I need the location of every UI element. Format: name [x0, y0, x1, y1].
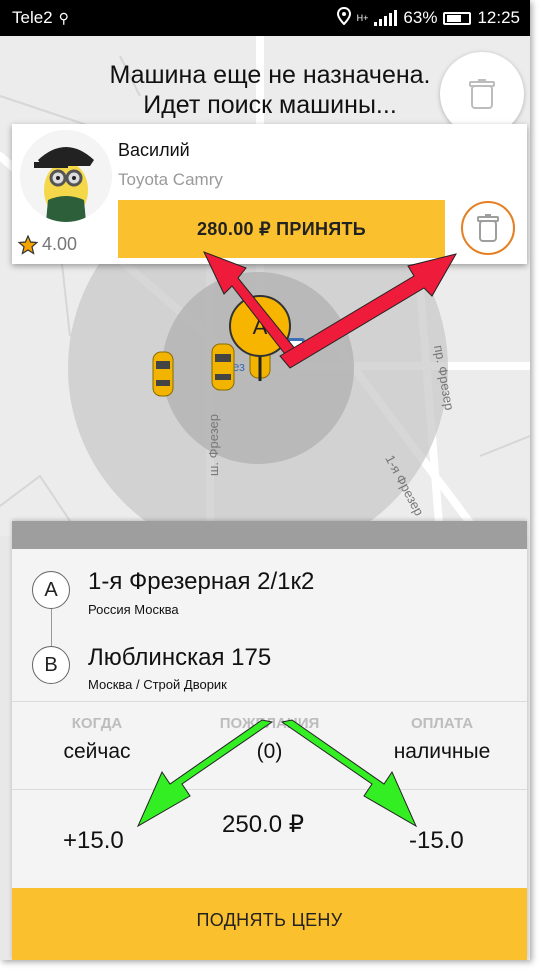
driver-name: Василий — [118, 140, 190, 160]
increase-price-button[interactable]: +15.0 — [63, 827, 124, 855]
driver-offer-card: Василий Toyota Camry 4.00 280.00 ₽ ПРИНЯ… — [12, 124, 527, 264]
star-icon — [18, 234, 38, 255]
sheet-drag-handle[interactable] — [12, 521, 527, 549]
raise-price-label: ПОДНЯТЬ ЦЕНУ — [196, 909, 343, 930]
when-label: КОГДА — [71, 715, 123, 732]
location-icon — [336, 6, 351, 30]
destination-address-details: Москва / Строй Дворик — [88, 677, 227, 692]
driver-rating-value: 4.00 — [42, 234, 78, 254]
taxi-car-icon-1 — [152, 351, 174, 397]
signal-icon — [374, 10, 398, 26]
driver-car-model: Toyota Camry — [118, 170, 223, 189]
network-type: H+ — [356, 13, 369, 23]
destination-address[interactable]: Люблинская 175 — [88, 644, 271, 672]
pickup-address-details: Россия Москва — [88, 602, 179, 617]
phone-screen: Tele2 ⚲ H+ 63% 12:25 ш. Фрезер пр. Фрезе… — [0, 0, 530, 960]
taxi-car-icon-2 — [211, 343, 235, 391]
status-line-1: Машина еще не назначена. — [109, 61, 431, 89]
driver-avatar — [20, 130, 112, 222]
battery-icon — [443, 11, 472, 25]
route-connector — [51, 609, 52, 651]
trash-icon — [477, 214, 499, 242]
payment-label: ОПЛАТА — [410, 715, 474, 732]
status-line-2: Идет поиск машины... — [143, 91, 397, 119]
when-value[interactable]: сейчас — [42, 740, 152, 764]
wishes-label: ПОЖЕЛАНИЯ — [219, 715, 320, 732]
order-details-sheet: A B 1-я Фрезерная 2/1к2 Россия Москва Лю… — [12, 521, 527, 960]
carrier-name: Tele2 — [12, 8, 53, 27]
divider — [12, 701, 527, 702]
decrease-price-button[interactable]: -15.0 — [409, 827, 464, 855]
order-price: 250.0 ₽ — [222, 811, 304, 838]
battery-percent: 63% — [403, 8, 438, 27]
status-bar: Tele2 ⚲ H+ 63% 12:25 — [0, 0, 530, 36]
pickup-address[interactable]: 1-я Фрезерная 2/1к2 — [88, 568, 314, 596]
decline-offer-button[interactable] — [461, 201, 515, 255]
accept-offer-button[interactable]: 280.00 ₽ ПРИНЯТЬ — [118, 200, 445, 258]
wishes-value[interactable]: (0) — [192, 740, 347, 764]
divider — [12, 789, 527, 790]
map-label-street-1: ш. Фрезер — [206, 414, 221, 476]
route-point-a-badge: A — [32, 571, 70, 609]
pickup-pin-letter: A — [253, 314, 268, 339]
trash-icon — [469, 79, 495, 109]
payment-value[interactable]: наличные — [377, 740, 507, 764]
driver-rating: 4.00 — [18, 234, 77, 255]
usb-icon: ⚲ — [58, 9, 69, 26]
raise-price-button[interactable]: ПОДНЯТЬ ЦЕНУ — [12, 888, 527, 960]
search-status: Машина еще не назначена. Идет поиск маши… — [70, 60, 470, 120]
clock: 12:25 — [477, 8, 520, 27]
route-point-b-badge: B — [32, 646, 70, 684]
